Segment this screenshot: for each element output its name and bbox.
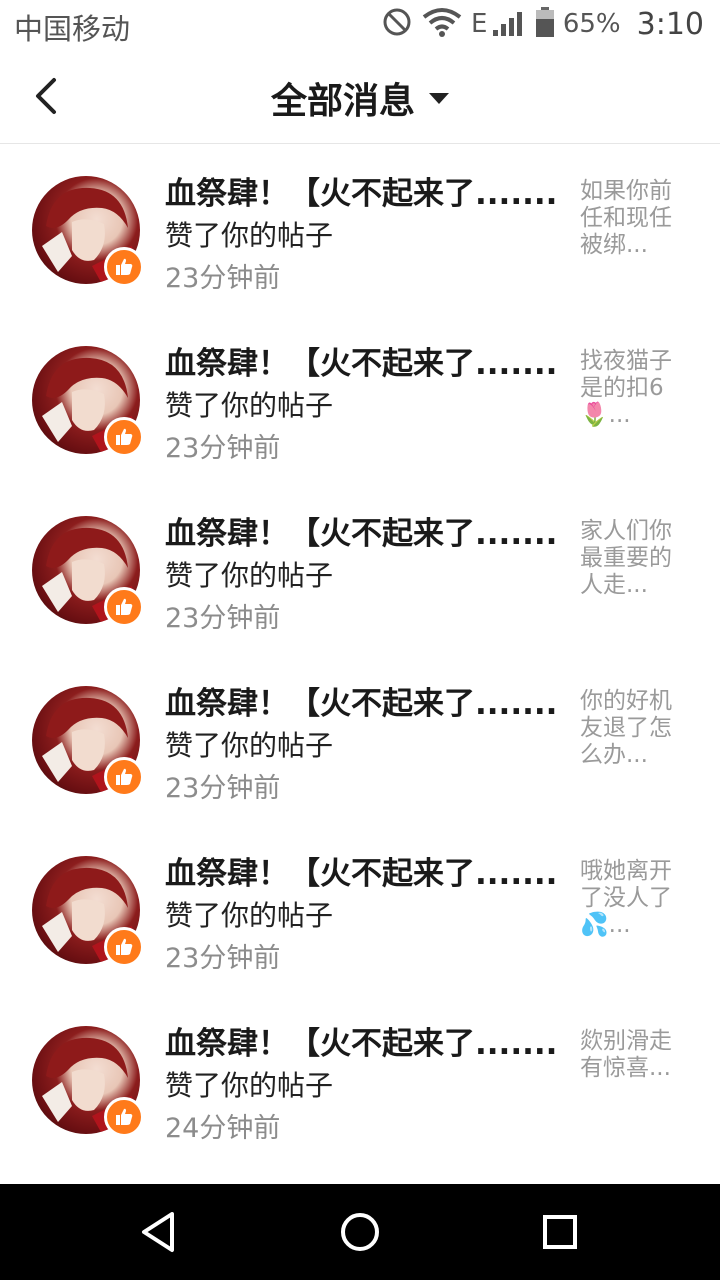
status-bar: 中国移动 E 65% 3:10 — [0, 0, 720, 48]
post-preview[interactable]: 哦她离开了没人了💦... — [580, 858, 680, 939]
signal-icon: E — [471, 6, 527, 42]
square-recents-icon — [543, 1215, 577, 1249]
post-preview[interactable]: 家人们你最重要的人走... — [580, 518, 680, 599]
nav-back-button[interactable] — [136, 1208, 184, 1256]
title-dropdown[interactable]: 全部消息 — [0, 72, 720, 124]
network-type-label: E — [471, 9, 487, 38]
message-time: 23分钟前 — [165, 943, 281, 974]
page-title: 全部消息 — [270, 81, 415, 122]
sender-name[interactable]: 血祭肆！【火不起来了........ — [165, 1018, 560, 1063]
message-list: 血祭肆！【火不起来了........ 赞了你的帖子 23分钟前 如果你前任和现任… — [0, 144, 720, 1164]
battery-percentage: 65% — [562, 9, 621, 39]
message-action: 赞了你的帖子 — [165, 389, 334, 422]
thumbs-up-icon — [104, 1097, 144, 1137]
nav-home-button[interactable] — [336, 1208, 384, 1256]
message-action: 赞了你的帖子 — [165, 559, 334, 592]
post-preview[interactable]: 如果你前任和现任被绑... — [580, 178, 680, 259]
navigation-bar — [0, 1184, 720, 1280]
sender-name[interactable]: 血祭肆！【火不起来了........ — [165, 168, 560, 213]
message-action: 赞了你的帖子 — [165, 899, 334, 932]
do-not-disturb-icon — [381, 6, 413, 42]
nav-recents-button[interactable] — [536, 1208, 584, 1256]
post-preview[interactable]: 欻别滑走有惊喜... — [580, 1028, 680, 1082]
sender-name[interactable]: 血祭肆！【火不起来了........ — [165, 678, 560, 723]
thumbs-up-icon — [104, 927, 144, 967]
thumbs-up-icon — [104, 587, 144, 627]
message-item[interactable]: 血祭肆！【火不起来了........ 赞了你的帖子 23分钟前 你的好机友退了怎… — [0, 654, 720, 824]
message-item[interactable]: 血祭肆！【火不起来了........ 赞了你的帖子 23分钟前 哦她离开了没人了… — [0, 824, 720, 994]
sender-name[interactable]: 血祭肆！【火不起来了........ — [165, 338, 560, 383]
message-time: 23分钟前 — [165, 263, 281, 294]
triangle-back-icon — [142, 1212, 174, 1252]
message-action: 赞了你的帖子 — [165, 219, 334, 252]
status-icons: E 65% 3:10 — [381, 6, 704, 42]
post-preview[interactable]: 你的好机友退了怎么办... — [580, 688, 680, 769]
message-item[interactable]: 血祭肆！【火不起来了........ 赞了你的帖子 23分钟前 如果你前任和现任… — [0, 144, 720, 314]
circle-home-icon — [341, 1213, 379, 1251]
wifi-icon — [421, 6, 463, 42]
message-item[interactable]: 血祭肆！【火不起来了........ 赞了你的帖子 23分钟前 找夜猫子是的扣6… — [0, 314, 720, 484]
message-time: 23分钟前 — [165, 433, 281, 464]
message-time: 24分钟前 — [165, 1113, 281, 1144]
battery-icon — [535, 6, 555, 42]
message-action: 赞了你的帖子 — [165, 729, 334, 762]
message-action: 赞了你的帖子 — [165, 1069, 334, 1102]
message-item[interactable]: 血祭肆！【火不起来了........ 赞了你的帖子 23分钟前 家人们你最重要的… — [0, 484, 720, 654]
header: 全部消息 — [0, 48, 720, 144]
message-time: 23分钟前 — [165, 603, 281, 634]
status-time: 3:10 — [636, 6, 704, 42]
message-item[interactable]: 血祭肆！【火不起来了........ 赞了你的帖子 24分钟前 欻别滑走有惊喜.… — [0, 994, 720, 1164]
post-preview[interactable]: 找夜猫子是的扣6🌷... — [580, 348, 680, 429]
thumbs-up-icon — [104, 757, 144, 797]
thumbs-up-icon — [104, 247, 144, 287]
sender-name[interactable]: 血祭肆！【火不起来了........ — [165, 508, 560, 553]
caret-down-icon — [429, 92, 449, 104]
message-time: 23分钟前 — [165, 773, 281, 804]
thumbs-up-icon — [104, 417, 144, 457]
carrier-label: 中国移动 — [14, 12, 131, 46]
sender-name[interactable]: 血祭肆！【火不起来了........ — [165, 848, 560, 893]
